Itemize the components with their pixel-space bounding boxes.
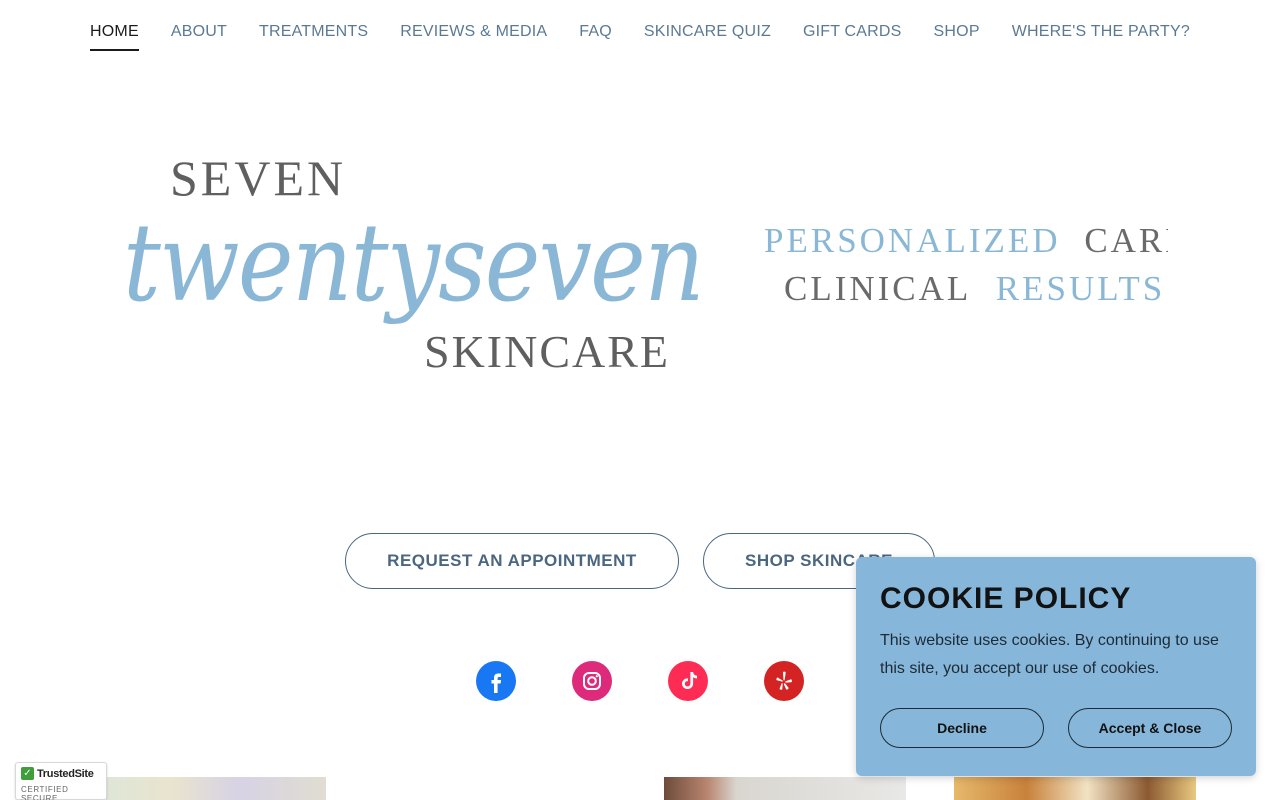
check-icon: ✓ bbox=[21, 767, 34, 780]
trustedsite-name: TrustedSite bbox=[37, 767, 94, 780]
accept-close-button[interactable]: Accept & Close bbox=[1068, 708, 1232, 748]
decline-button[interactable]: Decline bbox=[880, 708, 1044, 748]
tiktok-icon[interactable] bbox=[668, 661, 708, 701]
logo-line-seven: SEVEN bbox=[170, 150, 346, 206]
cookie-message: This website uses cookies. By continuing… bbox=[880, 632, 1219, 677]
trustedsite-row: ✓ TrustedSite bbox=[21, 767, 101, 780]
nav-wheres-the-party[interactable]: WHERE'S THE PARTY? bbox=[996, 21, 1206, 43]
logo-tag-care: CARE bbox=[1084, 221, 1168, 260]
logo-tag-clinical: CLINICAL bbox=[784, 269, 970, 308]
cookie-title: COOKIE POLICY bbox=[880, 582, 1132, 615]
gallery-image-3 bbox=[954, 777, 1196, 800]
facebook-icon[interactable] bbox=[476, 661, 516, 701]
gallery-image-2 bbox=[664, 777, 906, 800]
logo-tagline-1: PERSONALIZED CARE bbox=[764, 221, 1168, 260]
logo-line-skincare: SKINCARE bbox=[424, 326, 670, 377]
social-links bbox=[476, 661, 804, 701]
main-nav: HOME ABOUT TREATMENTS REVIEWS & MEDIA FA… bbox=[0, 0, 1280, 64]
brand-logo: SEVEN twentyseven SKINCARE PERSONALIZED … bbox=[118, 140, 1187, 380]
cookie-policy-dialog: COOKIE POLICY This website uses cookies.… bbox=[856, 557, 1256, 776]
nav-shop[interactable]: SHOP bbox=[918, 21, 996, 43]
logo-tag-results: RESULTS bbox=[996, 269, 1165, 308]
logo-line-twentyseven: twentyseven bbox=[123, 201, 703, 326]
yelp-icon[interactable] bbox=[764, 661, 804, 701]
nav-about[interactable]: ABOUT bbox=[155, 21, 243, 43]
trustedsite-subtext: CERTIFIED SECURE bbox=[21, 785, 69, 800]
logo-tag-personalized: PERSONALIZED bbox=[764, 221, 1061, 260]
cookie-actions: Decline Accept & Close bbox=[880, 708, 1232, 748]
nav-skincare-quiz[interactable]: SKINCARE QUIZ bbox=[628, 21, 787, 43]
nav-faq[interactable]: FAQ bbox=[563, 21, 628, 43]
request-appointment-button[interactable]: REQUEST AN APPOINTMENT bbox=[345, 533, 679, 589]
nav-gift-cards[interactable]: GIFT CARDS bbox=[787, 21, 918, 43]
instagram-icon[interactable] bbox=[572, 661, 612, 701]
logo-tagline-2: CLINICAL RESULTS bbox=[784, 269, 1165, 308]
nav-treatments[interactable]: TREATMENTS bbox=[243, 21, 384, 43]
nav-home[interactable]: HOME bbox=[74, 21, 155, 51]
trustedsite-badge[interactable]: ✓ TrustedSite CERTIFIED SECURE bbox=[15, 762, 107, 800]
nav-reviews-media[interactable]: REVIEWS & MEDIA bbox=[384, 21, 563, 43]
gallery-image-1 bbox=[106, 777, 326, 800]
